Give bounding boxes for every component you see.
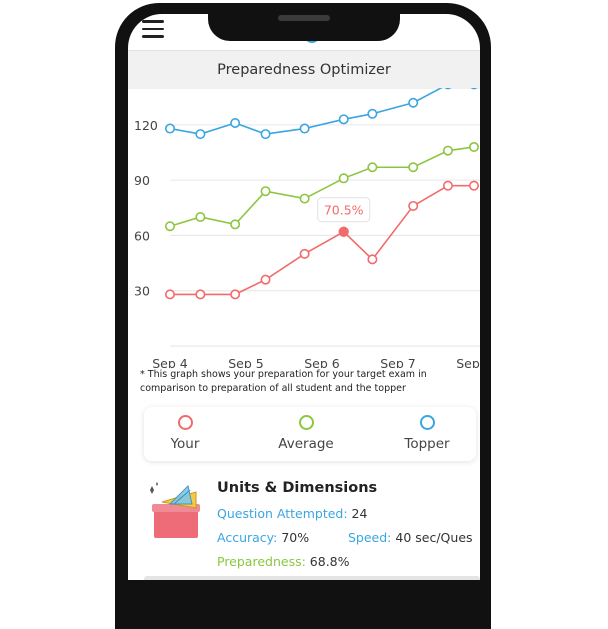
set-square-box-icon xyxy=(150,482,200,538)
data-point-topper xyxy=(195,129,206,140)
speaker-grille xyxy=(278,15,330,21)
data-point-average xyxy=(367,162,378,173)
data-point-topper xyxy=(408,97,419,108)
menu-icon[interactable] xyxy=(142,20,164,38)
data-point-your xyxy=(367,254,378,265)
stat-preparedness-label: Preparedness: xyxy=(217,554,306,569)
data-point-average xyxy=(260,186,271,197)
topic-title: Units & Dimensions xyxy=(217,480,378,496)
data-point-your xyxy=(230,289,241,300)
data-point-average xyxy=(230,219,241,230)
data-point-your xyxy=(299,248,310,259)
x-tick-label: Sep 4 xyxy=(152,356,188,368)
y-tick-label: 30 xyxy=(134,284,150,299)
data-point-your xyxy=(195,289,206,300)
stat-preparedness: Preparedness: 68.8% xyxy=(217,554,350,569)
y-tick-label: 60 xyxy=(134,228,150,243)
data-point-average xyxy=(338,173,349,184)
legend-item-your[interactable]: Your xyxy=(150,415,220,452)
legend-item-average[interactable]: Average xyxy=(271,415,341,452)
x-tick-label: Sep 5 xyxy=(228,356,264,368)
stat-preparedness-value: 68.8% xyxy=(309,554,350,569)
chart-area: 30 60 90 120 Sep 4 Sep 5 Sep 6 Sep 7 Sep 8 70.5% xyxy=(128,79,480,371)
legend-your-ring-icon xyxy=(177,415,193,430)
stat-attempted-label: Question Attempted: xyxy=(217,506,348,521)
data-point-topper xyxy=(299,123,310,134)
data-point-topper xyxy=(260,129,271,140)
legend-item-topper[interactable]: Topper xyxy=(392,415,462,452)
data-point-average xyxy=(468,141,479,152)
legend-your-label: Your xyxy=(170,436,200,452)
data-point-average xyxy=(195,212,206,223)
data-point-average xyxy=(442,145,453,156)
stat-speed-value: 40 sec/Ques xyxy=(395,530,473,545)
next-card-edge xyxy=(144,576,480,580)
x-tick-label: Sep 7 xyxy=(380,356,416,368)
y-tick-label: 90 xyxy=(134,173,150,188)
tooltip-label: 70.5% xyxy=(324,203,364,218)
phone-screen: Preparedness Optimizer 30 60 90 120 Sep 4 Sep… xyxy=(128,14,480,580)
page-title-bar: Preparedness Optimizer xyxy=(128,50,480,89)
legend-topper-ring-icon xyxy=(419,415,435,430)
data-point-topper xyxy=(367,108,378,119)
stat-accuracy-value: 70% xyxy=(281,530,310,545)
legend-average-ring-icon xyxy=(298,415,314,430)
data-point-topper xyxy=(442,79,453,90)
stat-attempted-value: 24 xyxy=(351,506,368,521)
page-title: Preparedness Optimizer xyxy=(217,62,391,78)
data-point-topper xyxy=(468,79,479,90)
data-point-your xyxy=(442,180,453,191)
y-tick-label: 120 xyxy=(134,118,158,133)
data-point-average xyxy=(164,221,175,232)
data-point-your xyxy=(468,180,479,191)
data-point-your xyxy=(260,274,271,285)
data-point-topper xyxy=(230,118,241,129)
stat-accuracy: Accuracy: 70% xyxy=(217,530,309,545)
data-point-your xyxy=(408,200,419,211)
data-point-average xyxy=(408,162,419,173)
x-tick-label: Sep 6 xyxy=(304,356,340,368)
legend-topper-label: Topper xyxy=(404,436,450,452)
line-chart: 30 60 90 120 Sep 4 Sep 5 Sep 6 Sep 7 Sep 8 70.5% xyxy=(134,79,480,371)
stat-speed: Speed: 40 sec/Ques xyxy=(348,530,473,545)
series-line-topper xyxy=(169,83,474,135)
data-point-your xyxy=(164,289,175,300)
highlighted-point xyxy=(338,226,349,237)
stat-speed-label: Speed: xyxy=(348,530,392,545)
chart-legend: Your Average Topper xyxy=(144,407,476,461)
phone-notch xyxy=(208,3,400,41)
legend-average-label: Average xyxy=(278,436,334,452)
data-point-topper xyxy=(164,123,175,134)
data-point-topper xyxy=(338,114,349,125)
stat-accuracy-label: Accuracy: xyxy=(217,530,278,545)
x-tick-label: Sep 8 xyxy=(456,356,480,368)
data-point-average xyxy=(299,193,310,204)
stat-question-attempted: Question Attempted: 24 xyxy=(217,506,367,521)
chart-note: * This graph shows your preparation for … xyxy=(140,369,427,394)
